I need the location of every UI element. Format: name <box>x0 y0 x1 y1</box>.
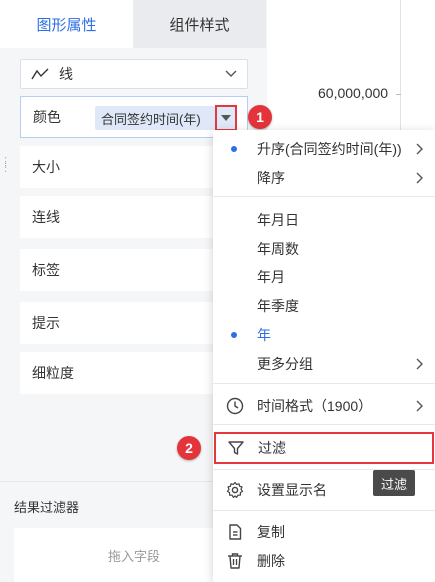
filter-icon <box>228 441 244 455</box>
menu-item-sort-desc[interactable]: 降序 <box>213 164 435 192</box>
field-dropdown-button[interactable] <box>215 105 237 131</box>
chart-type-label: 线 <box>59 66 73 82</box>
menu-item-year-week[interactable]: 年周数 <box>213 235 435 263</box>
granularity-label: 细粒度 <box>32 365 74 381</box>
menu-item-time-format[interactable]: 时间格式（1900） <box>213 392 435 420</box>
chevron-right-icon <box>416 143 423 155</box>
tab-graph-properties[interactable]: 图形属性 <box>0 0 133 48</box>
chart-axis-tick <box>396 94 401 95</box>
caret-down-icon <box>221 114 231 121</box>
chevron-right-icon <box>416 400 423 412</box>
size-label: 大小 <box>32 159 60 175</box>
settings-gear-icon <box>226 481 244 498</box>
drag-handle-icon[interactable]: ⁚ ⁚ ⁚ <box>4 157 8 175</box>
line-label: 连线 <box>32 209 60 225</box>
step-badge-2: 2 <box>177 436 201 460</box>
menu-item-year[interactable]: 年 <box>213 321 435 349</box>
menu-item-ymd[interactable]: 年月日 <box>213 206 435 234</box>
result-filter-title: 结果过滤器 <box>14 500 80 515</box>
tip-label: 提示 <box>32 315 60 331</box>
menu-item-more-group[interactable]: 更多分组 <box>213 350 435 378</box>
menu-separator <box>213 424 435 425</box>
color-field-pill[interactable]: 合同签约时间(年) <box>95 105 237 131</box>
menu-separator <box>213 383 435 384</box>
color-field-name: 合同签约时间(年) <box>101 111 201 127</box>
menu-item-filter[interactable]: 过滤 <box>214 432 434 464</box>
color-label: 颜色 <box>33 109 61 125</box>
menu-separator <box>213 510 435 511</box>
menu-item-year-month[interactable]: 年月 <box>213 263 435 291</box>
chevron-right-icon <box>416 172 423 184</box>
trash-icon <box>228 553 242 569</box>
menu-item-year-quarter[interactable]: 年季度 <box>213 292 435 320</box>
tag-label: 标签 <box>32 262 60 278</box>
step-badge-1: 1 <box>248 105 272 129</box>
chart-axis-tick-label: 60,000,000 <box>318 85 389 101</box>
menu-item-copy[interactable]: 复制 <box>213 518 435 546</box>
clock-icon <box>226 397 244 415</box>
panel-tabs: 图形属性 组件样式 <box>0 0 267 48</box>
tab-component-style[interactable]: 组件样式 <box>133 0 266 48</box>
line-chart-icon <box>31 68 49 80</box>
filter-tooltip: 过滤 <box>373 470 416 496</box>
selected-dot-icon <box>231 146 237 152</box>
chart-type-select[interactable]: 线 <box>20 59 248 89</box>
field-context-menu: 升序(合同签约时间(年)) 降序 年月日 年周数 年月 年季度 年 更多分组 时… <box>213 130 435 582</box>
chevron-down-icon <box>225 70 237 77</box>
selected-dot-icon <box>231 332 237 338</box>
copy-icon <box>229 524 242 540</box>
chevron-right-icon <box>416 358 423 370</box>
menu-item-delete[interactable]: 删除 <box>213 547 435 575</box>
menu-item-sort-asc[interactable]: 升序(合同签约时间(年)) <box>213 135 435 163</box>
menu-separator <box>213 196 435 197</box>
